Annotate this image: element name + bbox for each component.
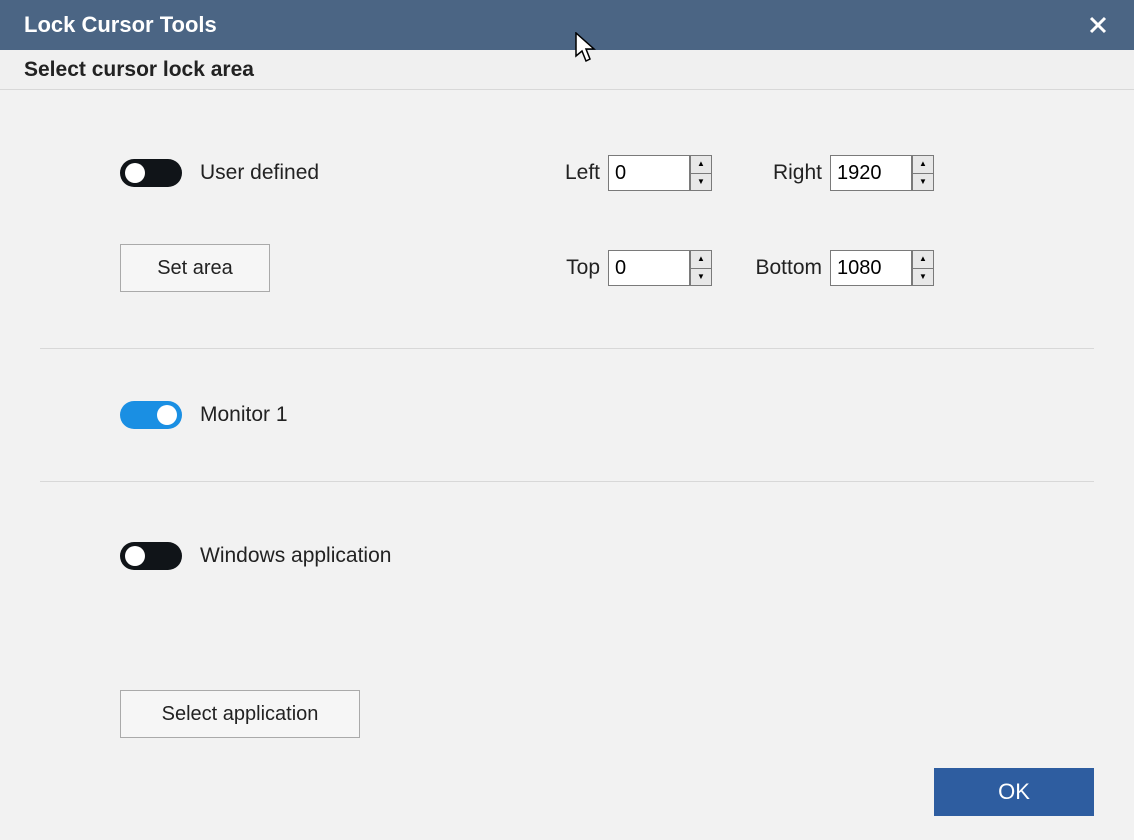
left-field-group: Left ▲ ▼ <box>554 155 712 191</box>
window-title: Lock Cursor Tools <box>24 12 217 38</box>
section-windows-app: Windows application Select application <box>0 482 1134 738</box>
select-application-label: Select application <box>162 703 319 726</box>
user-defined-label: User defined <box>200 161 319 185</box>
select-application-button[interactable]: Select application <box>120 690 360 738</box>
bottom-label: Bottom <box>752 256 822 280</box>
user-defined-toggle[interactable] <box>120 159 182 187</box>
close-icon <box>1088 15 1108 35</box>
content-area: User defined Left ▲ ▼ Right <box>0 90 1134 840</box>
right-spin-up[interactable]: ▲ <box>912 155 934 173</box>
windows-app-toggle[interactable] <box>120 542 182 570</box>
left-label: Left <box>554 161 600 185</box>
section-user-defined: User defined Left ▲ ▼ Right <box>0 150 1134 292</box>
subheader: Select cursor lock area <box>0 50 1134 90</box>
ok-button[interactable]: OK <box>934 768 1094 816</box>
top-spin-down[interactable]: ▼ <box>690 268 712 287</box>
right-input[interactable] <box>830 155 912 191</box>
monitor-label: Monitor 1 <box>200 403 288 427</box>
bottom-input[interactable] <box>830 250 912 286</box>
monitor-toggle[interactable] <box>120 401 182 429</box>
section-monitor: Monitor 1 <box>0 349 1134 481</box>
top-input[interactable] <box>608 250 690 286</box>
left-spin-up[interactable]: ▲ <box>690 155 712 173</box>
left-spin-down[interactable]: ▼ <box>690 173 712 192</box>
set-area-button[interactable]: Set area <box>120 244 270 292</box>
bottom-field-group: Bottom ▲ ▼ <box>752 250 934 286</box>
subheader-label: Select cursor lock area <box>24 58 254 82</box>
right-label: Right <box>752 161 822 185</box>
top-spin-up[interactable]: ▲ <box>690 250 712 268</box>
right-field-group: Right ▲ ▼ <box>752 155 934 191</box>
ok-label: OK <box>998 779 1030 805</box>
windows-app-label: Windows application <box>200 544 391 568</box>
bottom-spin-down[interactable]: ▼ <box>912 268 934 287</box>
bottom-spin-up[interactable]: ▲ <box>912 250 934 268</box>
titlebar: Lock Cursor Tools <box>0 0 1134 50</box>
top-field-group: Top ▲ ▼ <box>554 250 712 286</box>
close-button[interactable] <box>1078 5 1118 45</box>
top-label: Top <box>554 256 600 280</box>
left-input[interactable] <box>608 155 690 191</box>
right-spin-down[interactable]: ▼ <box>912 173 934 192</box>
set-area-label: Set area <box>157 257 233 280</box>
